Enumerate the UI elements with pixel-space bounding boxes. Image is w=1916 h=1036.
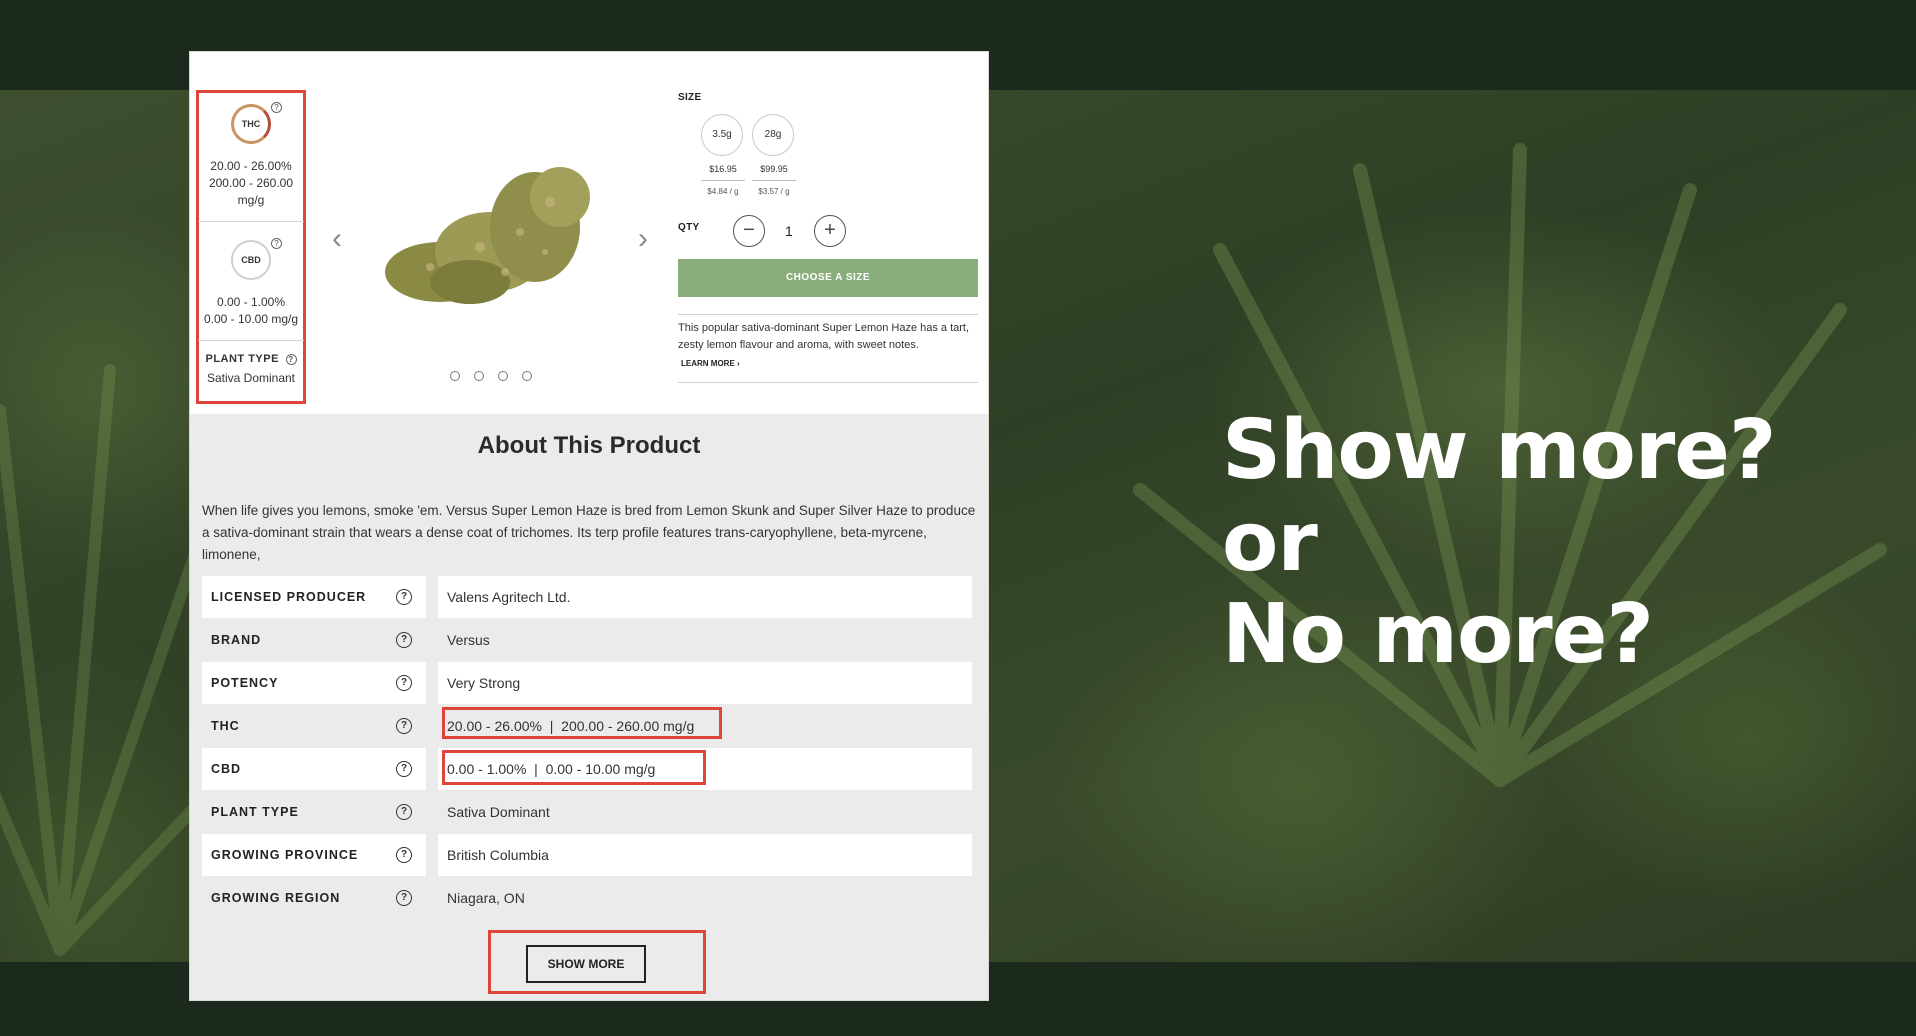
carousel-dot[interactable] <box>522 371 532 381</box>
spec-value: Versus <box>447 632 490 648</box>
spec-value: British Columbia <box>447 847 549 863</box>
spec-row: POTENCY? Very Strong <box>202 662 972 704</box>
spec-row: BRAND? Versus <box>202 619 972 661</box>
divider <box>198 340 304 341</box>
qty-value[interactable]: 1 <box>785 223 793 239</box>
short-description: This popular sativa-dominant Super Lemon… <box>678 322 970 351</box>
divider <box>198 221 304 222</box>
spec-value: Very Strong <box>447 675 521 691</box>
divider <box>752 180 796 181</box>
headline: Show more? or No more? <box>1222 403 1776 682</box>
spec-row: LICENSED PRODUCER? Valens Agritech Ltd. <box>202 576 972 618</box>
size-label: SIZE <box>678 92 702 103</box>
size-option[interactable]: 28g $99.95 $3.57 / g <box>752 114 796 196</box>
thc-mg-line1: 200.00 - 260.00 <box>208 176 294 190</box>
carousel-dot[interactable] <box>474 371 484 381</box>
help-icon[interactable]: ? <box>396 890 412 906</box>
plant-type-label: PLANT TYPE <box>205 353 279 365</box>
help-icon[interactable]: ? <box>396 632 412 648</box>
size-option-circle[interactable]: 3.5g <box>701 114 743 156</box>
plant-type-block: PLANT TYPE ? Sativa Dominant <box>198 353 304 385</box>
carousel-dots <box>450 371 532 381</box>
about-title: About This Product <box>477 432 701 459</box>
potency-column: THC ? 20.00 - 26.00% 200.00 - 260.00 mg/… <box>198 92 304 385</box>
size-per-gram: $3.57 / g <box>758 187 790 196</box>
spec-key: LICENSED PRODUCER <box>211 590 367 604</box>
prev-image-arrow[interactable]: ‹ <box>332 222 342 256</box>
help-icon[interactable]: ? <box>285 354 297 365</box>
thc-mg-line2: mg/g <box>237 193 265 207</box>
divider <box>678 314 978 315</box>
learn-more-link[interactable]: LEARN MORE › <box>681 359 740 368</box>
about-text: When life gives you lemons, smoke 'em. V… <box>202 503 976 562</box>
choose-size-button[interactable]: CHOOSE A SIZE <box>678 259 978 297</box>
help-icon[interactable]: ? <box>396 675 412 691</box>
help-icon[interactable]: ? <box>271 102 282 113</box>
cbd-ring-icon: CBD <box>231 240 271 280</box>
size-price: $16.95 <box>709 164 737 174</box>
size-option[interactable]: 3.5g $16.95 $4.84 / g <box>701 114 745 196</box>
divider <box>701 180 745 181</box>
help-icon[interactable]: ? <box>271 238 282 249</box>
carousel-dot[interactable] <box>498 371 508 381</box>
plant-type-value: Sativa Dominant <box>206 371 296 385</box>
spec-value: Niagara, ON <box>447 890 525 906</box>
thc-percent: 20.00 - 26.00% <box>210 159 292 173</box>
headline-line-2: or <box>1222 495 1318 590</box>
cbd-block: CBD ? 0.00 - 1.00% 0.00 - 10.00 mg/g <box>198 234 304 328</box>
spec-value: Valens Agritech Ltd. <box>447 589 571 605</box>
qty-minus-button[interactable]: − <box>733 215 765 247</box>
spec-key: GROWING REGION <box>211 891 341 905</box>
thc-value-highlight <box>442 707 722 739</box>
spec-key: PLANT TYPE <box>211 805 299 819</box>
spec-row: GROWING REGION? Niagara, ON <box>202 877 972 919</box>
help-icon[interactable]: ? <box>396 589 412 605</box>
spec-value: Sativa Dominant <box>447 804 550 820</box>
cbd-percent: 0.00 - 1.00% <box>216 295 286 309</box>
size-option-circle[interactable]: 28g <box>752 114 794 156</box>
thc-block: THC ? 20.00 - 26.00% 200.00 - 260.00 mg/… <box>198 92 304 209</box>
spec-key: POTENCY <box>211 676 279 690</box>
qty-plus-button[interactable]: + <box>814 215 846 247</box>
thc-ring-icon: THC <box>231 104 271 144</box>
headline-line-1: Show more? <box>1222 403 1776 498</box>
spec-row: GROWING PROVINCE? British Columbia <box>202 834 972 876</box>
spec-key: CBD <box>211 762 242 776</box>
qty-label: QTY <box>678 222 700 233</box>
product-image <box>370 152 610 327</box>
spec-key: THC <box>211 719 240 733</box>
size-per-gram: $4.84 / g <box>707 187 739 196</box>
help-icon[interactable]: ? <box>396 804 412 820</box>
cbd-value-highlight <box>442 750 706 785</box>
spec-key: GROWING PROVINCE <box>211 848 359 862</box>
show-more-button[interactable]: SHOW MORE <box>526 945 646 983</box>
divider <box>678 382 978 383</box>
spec-key: BRAND <box>211 633 262 647</box>
size-price: $99.95 <box>760 164 788 174</box>
help-icon[interactable]: ? <box>396 718 412 734</box>
cbd-mg: 0.00 - 10.00 mg/g <box>203 312 299 326</box>
headline-line-3: No more? <box>1222 587 1654 682</box>
spec-row: PLANT TYPE? Sativa Dominant <box>202 791 972 833</box>
next-image-arrow[interactable]: › <box>638 222 648 256</box>
help-icon[interactable]: ? <box>396 761 412 777</box>
product-card: THC ? 20.00 - 26.00% 200.00 - 260.00 mg/… <box>190 52 988 1000</box>
help-icon[interactable]: ? <box>396 847 412 863</box>
carousel-dot[interactable] <box>450 371 460 381</box>
